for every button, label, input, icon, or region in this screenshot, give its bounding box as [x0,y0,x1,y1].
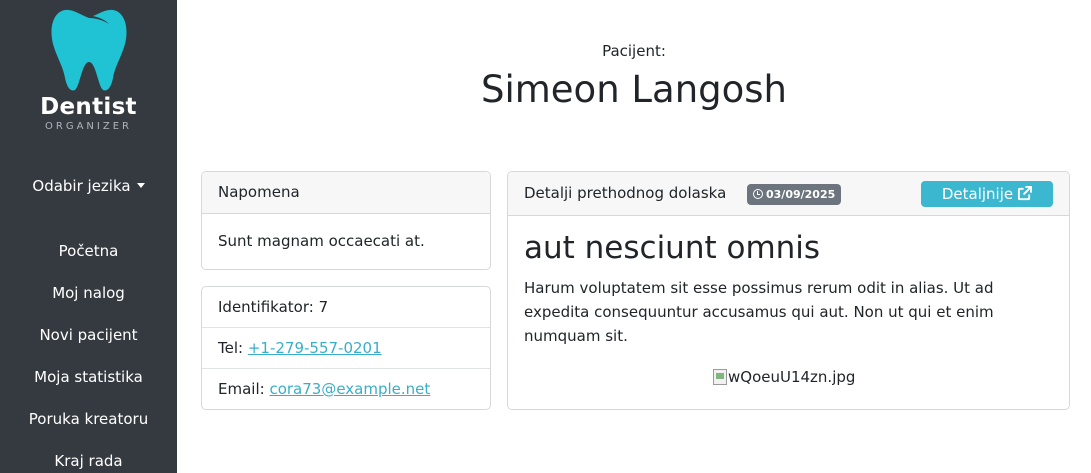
visit-image-alt: wQoeuU14zn.jpg [728,368,856,386]
language-dropdown[interactable]: Odabir jezika [0,177,177,195]
external-link-icon [1018,186,1033,201]
visit-image: wQoeuU14zn.jpg [713,368,855,386]
previous-visit-header: Detalji prethodnog dolaska 03/09/2025 De… [508,172,1069,216]
previous-visit-card: Detalji prethodnog dolaska 03/09/2025 De… [507,171,1070,410]
broken-image-icon [713,369,727,385]
phone-link[interactable]: +1-279-557-0201 [248,339,382,357]
patient-info-card: Identifikator: 7 Tel: +1-279-557-0201 Em… [201,286,491,410]
logo-subtitle: ORGANIZER [45,121,132,132]
patient-label: Pacijent: [602,42,666,60]
patient-name: Simeon Langosh [480,68,787,111]
email-link[interactable]: cora73@example.net [269,380,430,398]
visit-date: 03/09/2025 [766,188,836,201]
patient-identifier: Identifikator: 7 [202,287,490,328]
patient-phone-row: Tel: +1-279-557-0201 [202,328,490,369]
sidebar-nav: Početna Moj nalog Novi pacijent Moja sta… [0,230,177,473]
clock-icon [753,189,763,199]
language-dropdown-label: Odabir jezika [32,177,131,195]
sidebar-item-novi-pacijent[interactable]: Novi pacijent [0,314,177,356]
logo-title: Dentist [40,94,137,120]
visit-date-badge: 03/09/2025 [747,184,842,205]
sidebar-item-moj-nalog[interactable]: Moj nalog [0,272,177,314]
details-button-label: Detaljnije [941,185,1014,203]
note-text: Sunt magnam occaecati at. [218,232,425,250]
visit-title: aut nesciunt omnis [524,230,821,266]
sidebar-item-moja-statistika[interactable]: Moja statistika [0,356,177,398]
visit-description: Harum voluptatem sit esse possimus rerum… [524,279,994,345]
note-card-header: Napomena [202,172,490,214]
caret-down-icon [136,183,145,188]
email-label: Email: [218,380,270,398]
details-button[interactable]: Detaljnije [921,181,1053,207]
phone-label: Tel: [218,339,248,357]
tooth-icon [51,9,126,91]
sidebar-item-pocetna[interactable]: Početna [0,230,177,272]
sidebar-item-kraj-rada[interactable]: Kraj rada [0,440,177,473]
app-logo[interactable]: Dentist ORGANIZER [0,6,177,132]
note-card: Napomena Sunt magnam occaecati at. [201,171,491,270]
previous-visit-label: Detalji prethodnog dolaska [524,184,727,202]
sidebar-item-poruka-kreatoru[interactable]: Poruka kreatoru [0,398,177,440]
sidebar: Dentist ORGANIZER Odabir jezika Početna … [0,0,177,473]
patient-email-row: Email: cora73@example.net [202,369,490,409]
